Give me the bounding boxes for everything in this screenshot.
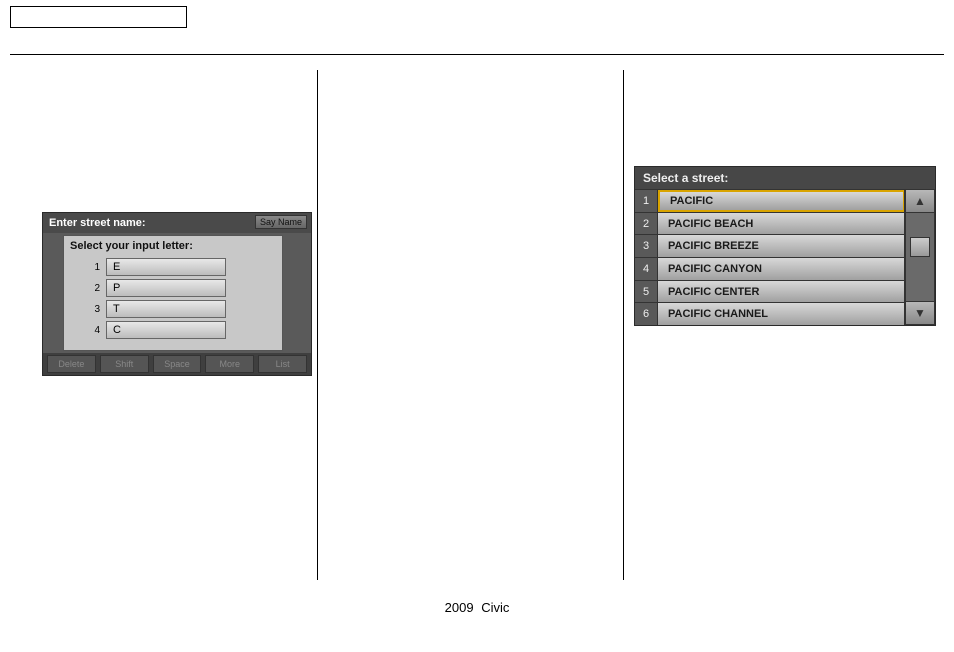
top-rule: [10, 54, 944, 55]
letter-value: T: [106, 300, 226, 318]
list-button[interactable]: List: [258, 355, 307, 373]
row-number: 4: [635, 258, 658, 280]
street-name: PACIFIC CENTER: [658, 281, 905, 303]
row-number: 6: [635, 303, 658, 325]
row-number: 2: [635, 213, 658, 235]
letter-value: E: [106, 258, 226, 276]
footer-year: 2009: [445, 600, 474, 615]
letter-row[interactable]: 3 T: [70, 300, 276, 318]
scroll-up-button[interactable]: ▲: [905, 189, 935, 213]
shift-button[interactable]: Shift: [100, 355, 149, 373]
row-number: 1: [635, 190, 658, 212]
street-list: 1 PACIFIC 2 PACIFIC BEACH 3 PACIFIC BREE…: [635, 189, 905, 325]
row-number: 3: [635, 235, 658, 257]
row-number: 4: [90, 325, 100, 336]
nav-screen-input-letter: Enter street name: Say Name Delete Shift…: [42, 212, 312, 376]
keyboard-bottom-bar: Delete Shift Space More List: [43, 353, 311, 375]
nav-screen-select-street: Select a street: 1 PACIFIC 2 PACIFIC BEA…: [634, 166, 936, 326]
input-letter-popup: Select your input letter: 1 E 2 P 3 T 4 …: [63, 235, 283, 351]
row-number: 2: [90, 283, 100, 294]
street-name-header: Enter street name: Say Name: [43, 213, 311, 233]
street-name: PACIFIC: [658, 190, 905, 212]
street-name: PACIFIC CHANNEL: [658, 303, 905, 325]
letter-value: P: [106, 279, 226, 297]
street-row[interactable]: 6 PACIFIC CHANNEL: [635, 302, 905, 325]
street-row[interactable]: 1 PACIFIC: [635, 189, 905, 212]
delete-button[interactable]: Delete: [47, 355, 96, 373]
more-button[interactable]: More: [205, 355, 254, 373]
row-number: 3: [90, 304, 100, 315]
street-name: PACIFIC CANYON: [658, 258, 905, 280]
column-separator-2: [623, 70, 624, 580]
enter-street-title: Enter street name:: [49, 217, 146, 229]
row-number: 1: [90, 262, 100, 273]
street-name: PACIFIC BEACH: [658, 213, 905, 235]
top-box: [10, 6, 187, 28]
say-name-button[interactable]: Say Name: [255, 215, 307, 229]
popup-title: Select your input letter:: [70, 240, 276, 252]
select-street-title: Select a street:: [635, 167, 935, 189]
street-row[interactable]: 4 PACIFIC CANYON: [635, 257, 905, 280]
scroll-down-button[interactable]: ▼: [905, 301, 935, 325]
street-name: PACIFIC BREEZE: [658, 235, 905, 257]
scrollbar: ▲ ▼: [904, 189, 935, 325]
row-number: 5: [635, 281, 658, 303]
letter-value: C: [106, 321, 226, 339]
letter-row[interactable]: 1 E: [70, 258, 276, 276]
scroll-track[interactable]: [905, 213, 935, 301]
street-row[interactable]: 5 PACIFIC CENTER: [635, 280, 905, 303]
column-separator-1: [317, 70, 318, 580]
scroll-thumb[interactable]: [910, 237, 930, 257]
footer: 2009 Civic: [0, 600, 954, 615]
street-row[interactable]: 3 PACIFIC BREEZE: [635, 234, 905, 257]
street-row[interactable]: 2 PACIFIC BEACH: [635, 212, 905, 235]
space-button[interactable]: Space: [153, 355, 202, 373]
letter-row[interactable]: 4 C: [70, 321, 276, 339]
street-list-body: 1 PACIFIC 2 PACIFIC BEACH 3 PACIFIC BREE…: [635, 189, 935, 325]
footer-model: Civic: [481, 600, 509, 615]
letter-row[interactable]: 2 P: [70, 279, 276, 297]
